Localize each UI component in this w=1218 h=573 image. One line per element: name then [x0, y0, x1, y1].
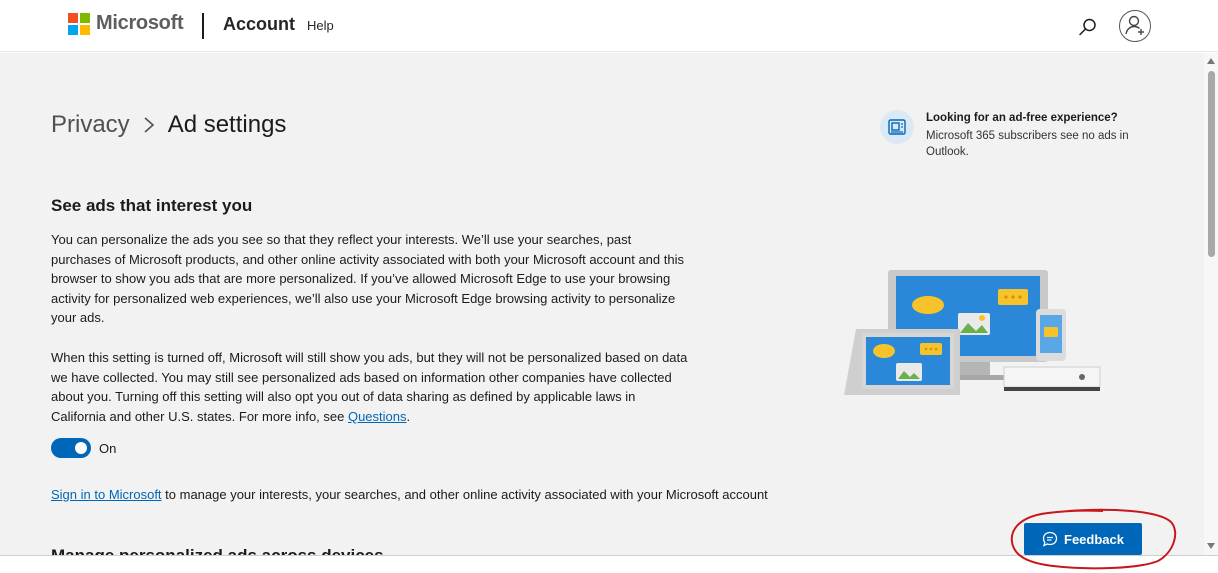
toggle-state-label: On [99, 440, 117, 456]
section-title: See ads that interest you [51, 196, 253, 215]
header-divider [202, 13, 204, 39]
bottom-strip [0, 555, 1218, 573]
main-content: Privacy Ad settings Looking for an ad-fr… [0, 53, 1204, 555]
chat-bubble-icon [1042, 531, 1058, 547]
page: Microsoft Account Help Privacy Ad settin… [0, 0, 1218, 573]
scroll-thumb[interactable] [1208, 71, 1215, 257]
brand-name[interactable]: Microsoft [96, 12, 184, 35]
sentence-end: . [406, 408, 411, 424]
chevron-right-icon [144, 117, 154, 133]
scroll-down-arrow-icon[interactable] [1207, 543, 1215, 549]
feedback-button[interactable]: Feedback [1024, 523, 1142, 555]
top-navigation-bar: Microsoft Account Help [0, 0, 1218, 52]
nav-help-link[interactable]: Help [307, 18, 334, 33]
account-avatar-icon[interactable] [1119, 10, 1151, 42]
nav-account-link[interactable]: Account [223, 14, 295, 35]
sign-in-link[interactable]: Sign in to Microsoft [51, 487, 162, 502]
signin-prompt: Sign in to Microsoft to manage your inte… [51, 487, 768, 502]
promo-title: Looking for an ad-free experience? [926, 112, 1118, 124]
personalized-ads-toggle[interactable] [51, 438, 91, 458]
questions-link[interactable]: Questions [348, 409, 407, 424]
devices-illustration [844, 270, 1101, 395]
breadcrumb-privacy-link[interactable]: Privacy [51, 111, 130, 139]
personalization-description: You can personalize the ads you see so t… [51, 232, 684, 326]
personalized-ads-toggle-row: On [51, 438, 116, 458]
promo-text: Microsoft 365 subscribers see no ads in … [926, 130, 1129, 158]
signin-text: to manage your interests, your searches,… [161, 487, 768, 502]
microsoft-logo-icon[interactable] [68, 13, 90, 35]
setting-off-description: When this setting is turned off, Microso… [51, 348, 691, 426]
search-icon[interactable] [1076, 15, 1100, 39]
page-title: Ad settings [167, 111, 287, 138]
next-section-heading: Manage personalized ads across devices [51, 546, 384, 555]
toggle-knob [75, 442, 87, 454]
outlook-icon [880, 110, 914, 144]
feedback-label: Feedback [1064, 531, 1124, 547]
vertical-scrollbar[interactable] [1204, 53, 1218, 555]
scroll-up-arrow-icon[interactable] [1207, 58, 1215, 64]
breadcrumb: Privacy Ad settings [51, 111, 286, 139]
